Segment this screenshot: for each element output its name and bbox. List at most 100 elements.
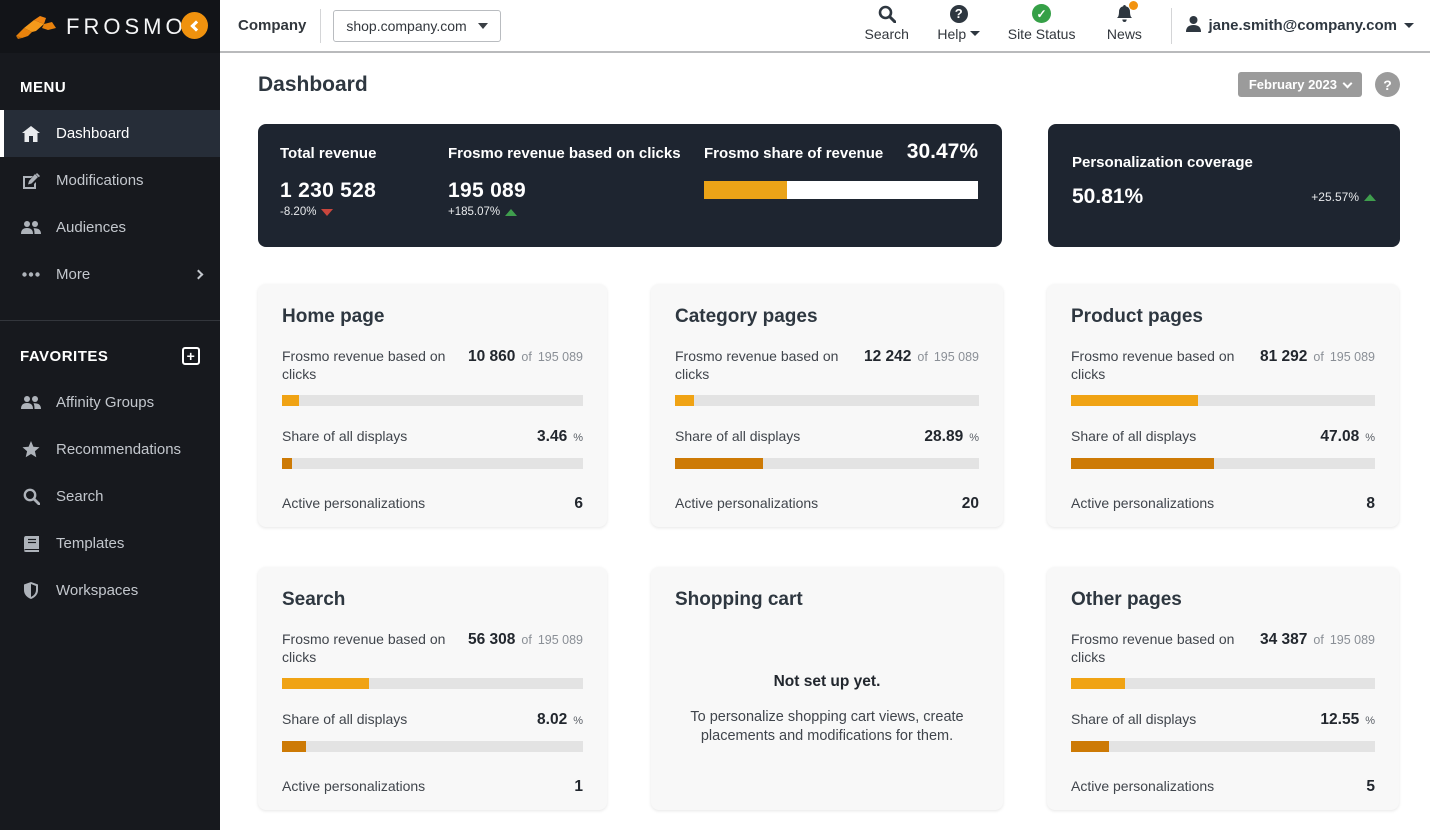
site-selector-dropdown[interactable]: shop.company.com (333, 9, 502, 42)
sidebar: FROSMO MENU Dashboard Modifications Audi… (0, 0, 220, 830)
sidebar-item-affinity-groups[interactable]: Affinity Groups (0, 379, 220, 426)
share-of-revenue-metric: Frosmo share of revenue 30.47% (704, 140, 978, 247)
nav-label: Search (864, 25, 909, 42)
favorites-header-label: FAVORITES (20, 347, 109, 365)
of-word: of (521, 350, 532, 364)
news-nav-button[interactable]: News (1101, 0, 1147, 42)
active-label: Active personalizations (1071, 778, 1215, 795)
share-label: Share of all displays (282, 711, 408, 728)
sidebar-item-label: Dashboard (56, 125, 130, 142)
share-label: Share of all displays (1071, 428, 1197, 445)
sidebar-item-label: Templates (56, 535, 125, 552)
hero-metrics-row: Total revenue 1 230 528 -8.20% Frosmo re… (258, 124, 1400, 247)
share-unit: % (573, 432, 583, 444)
empty-state-title: Not set up yet. (773, 673, 881, 690)
of-word: of (521, 633, 532, 647)
main-content: Dashboard February 2023 ? Total revenue … (220, 53, 1430, 830)
sidebar-item-label: Search (56, 488, 104, 505)
card-title: Home page (282, 306, 385, 327)
star-icon (20, 441, 42, 458)
active-label: Active personalizations (675, 495, 819, 512)
user-email: jane.smith@company.com (1208, 17, 1397, 34)
active-label: Active personalizations (282, 495, 426, 512)
empty-state-text: To personalize shopping cart views, crea… (690, 709, 964, 744)
sidebar-item-more[interactable]: More (0, 251, 220, 298)
product-pages-card: Product pages Frosmo revenue based on cl… (1047, 284, 1399, 527)
page-help-button[interactable]: ? (1375, 72, 1400, 97)
revenue-value: 34 387 (1259, 631, 1308, 648)
metric-value: 195 089 (448, 179, 527, 202)
divider (320, 8, 322, 43)
metric-value: 50.81% (1072, 185, 1144, 208)
chevron-down-icon (1342, 78, 1353, 88)
status-check-icon: ✓ (1032, 4, 1052, 24)
revenue-label: Frosmo revenue based on clicks (282, 348, 446, 382)
sidebar-item-audiences[interactable]: Audiences (0, 204, 220, 251)
sidebar-item-search[interactable]: Search (0, 473, 220, 520)
revenue-total: 195 089 (1329, 350, 1375, 364)
user-menu[interactable]: jane.smith@company.com (1186, 15, 1414, 36)
home-page-card: Home page Frosmo revenue based on clicks… (258, 284, 607, 527)
period-selector-button[interactable]: February 2023 (1237, 72, 1362, 97)
metric-value: 30.47% (906, 140, 978, 163)
active-value: 5 (1366, 778, 1375, 795)
progress-fill (282, 678, 369, 689)
progress-fill (282, 741, 307, 752)
sidebar-item-recommendations[interactable]: Recommendations (0, 426, 220, 473)
revenue-progress-bar (282, 395, 583, 406)
topbar-nav: Search ? Help ✓ Site Status News (864, 0, 1148, 48)
sidebar-collapse-button[interactable] (181, 12, 208, 39)
active-value: 8 (1366, 495, 1375, 512)
share-value: 28.89 (924, 428, 964, 445)
empty-state: Not set up yet. To personalize shopping … (675, 673, 979, 746)
share-unit: % (969, 432, 979, 444)
revenue-value: 56 308 (467, 631, 516, 648)
share-label: Share of all displays (675, 428, 801, 445)
trend-up-icon (505, 208, 518, 216)
share-value: 12.55 (1320, 711, 1360, 728)
add-favorite-icon[interactable]: + (182, 347, 200, 365)
revenue-progress-bar (1071, 395, 1375, 406)
metric-label: Frosmo revenue based on clicks (448, 145, 681, 162)
progress-fill (675, 395, 695, 406)
metric-label: Frosmo share of revenue (704, 145, 884, 162)
page-header: Dashboard February 2023 ? (220, 53, 1430, 97)
menu-header-label: MENU (20, 79, 67, 96)
sidebar-item-dashboard[interactable]: Dashboard (0, 110, 220, 157)
logo-strip: FROSMO (0, 0, 220, 53)
share-unit: % (573, 715, 583, 727)
bell-icon (1116, 0, 1138, 24)
frosmo-fox-logo-icon (14, 14, 58, 40)
revenue-total: 195 089 (1329, 633, 1375, 647)
page-metrics-grid: Home page Frosmo revenue based on clicks… (258, 284, 1400, 810)
user-icon (1186, 15, 1202, 36)
card-title: Category pages (675, 306, 818, 327)
active-label: Active personalizations (1071, 495, 1215, 512)
site-status-nav-button[interactable]: ✓ Site Status (1008, 4, 1075, 42)
revenue-progress-bar (675, 395, 979, 406)
shield-icon (20, 582, 42, 599)
sidebar-item-label: Affinity Groups (56, 394, 155, 411)
sidebar-item-modifications[interactable]: Modifications (0, 157, 220, 204)
chevron-down-icon (970, 31, 981, 36)
share-of-revenue-progress-bar (704, 181, 978, 199)
sidebar-item-workspaces[interactable]: Workspaces (0, 567, 220, 614)
total-revenue-metric: Total revenue 1 230 528 -8.20% (280, 145, 448, 247)
nav-label: News (1106, 25, 1142, 42)
search-card: Search Frosmo revenue based on clicks 56… (258, 567, 607, 810)
of-word: of (1313, 633, 1324, 647)
progress-fill (1071, 741, 1110, 752)
share-progress-bar (1071, 458, 1375, 469)
revenue-value: 10 860 (467, 348, 516, 365)
sidebar-item-templates[interactable]: Templates (0, 520, 220, 567)
revenue-total: 195 089 (537, 633, 583, 647)
revenue-label: Frosmo revenue based on clicks (675, 348, 839, 382)
share-unit: % (1365, 432, 1375, 444)
revenue-label: Frosmo revenue based on clicks (1071, 348, 1235, 382)
search-nav-button[interactable]: Search (864, 4, 910, 42)
ellipsis-icon (20, 272, 42, 277)
share-label: Share of all displays (282, 428, 408, 445)
help-nav-button[interactable]: ? Help (936, 4, 982, 42)
share-progress-bar (282, 741, 583, 752)
home-icon (20, 125, 42, 142)
